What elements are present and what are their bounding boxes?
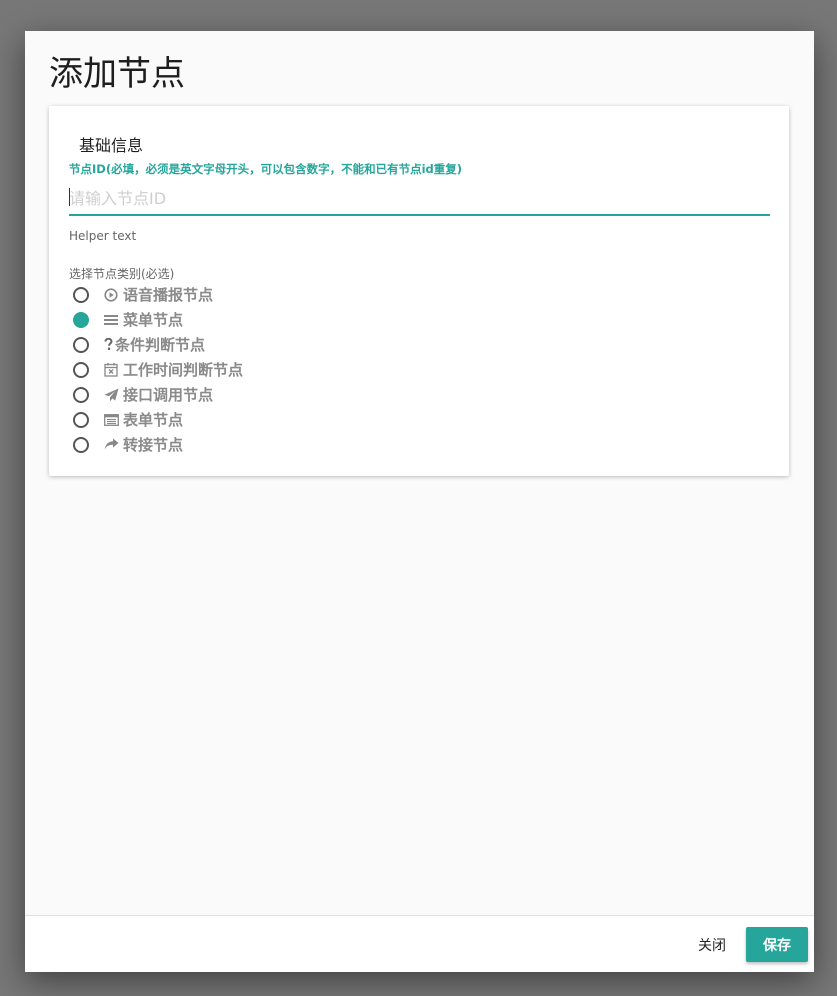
radio-option-work-time[interactable]: 工作时间判断节点 <box>73 357 473 382</box>
radio-option-api-call[interactable]: 接口调用节点 <box>73 382 473 407</box>
radio-option-transfer[interactable]: 转接节点 <box>73 432 473 457</box>
node-id-input[interactable] <box>69 182 770 216</box>
node-id-label: 节点ID(必填，必须是英文字母开头，可以包含数字，不能和已有节点id重复) <box>69 162 463 176</box>
radio-option-condition[interactable]: 条件判断节点 <box>73 332 473 357</box>
radio-button[interactable] <box>73 286 89 303</box>
question-icon <box>103 337 113 353</box>
basic-info-card: 基础信息 节点ID(必填，必须是英文字母开头，可以包含数字，不能和已有节点id重… <box>49 106 789 476</box>
radio-option-label: 工作时间判断节点 <box>123 361 244 379</box>
play-circle-icon <box>103 287 119 303</box>
radio-button[interactable] <box>73 386 89 403</box>
form-icon <box>103 412 119 428</box>
add-node-dialog: 添加节点 基础信息 节点ID(必填，必须是英文字母开头，可以包含数字，不能和已有… <box>25 31 814 972</box>
radio-option-label: 条件判断节点 <box>115 336 206 354</box>
section-title: 基础信息 <box>79 136 144 155</box>
radio-button[interactable] <box>73 336 89 353</box>
calendar-x-icon <box>103 362 119 378</box>
radio-option-label: 转接节点 <box>123 436 184 454</box>
menu-list-icon <box>103 312 119 328</box>
radio-option-form[interactable]: 表单节点 <box>73 407 473 432</box>
radio-button[interactable] <box>73 361 89 378</box>
radio-option-label: 语音播报节点 <box>123 286 214 304</box>
dialog-footer: 关闭 保存 <box>25 915 814 972</box>
save-button[interactable]: 保存 <box>746 927 808 962</box>
node-type-radio-group: 语音播报节点 菜单节点 条件判断节点 工作时间判断节点 接口调用节点 表单节点 … <box>73 282 473 457</box>
forward-arrow-icon <box>103 437 119 453</box>
dialog-title: 添加节点 <box>49 54 185 94</box>
radio-button[interactable] <box>73 411 89 428</box>
radio-option-label: 菜单节点 <box>123 311 184 329</box>
radio-option-label: 接口调用节点 <box>123 386 214 404</box>
node-id-helper-text: Helper text <box>69 229 137 243</box>
radio-option-label: 表单节点 <box>123 411 184 429</box>
close-button[interactable]: 关闭 <box>690 928 734 962</box>
text-cursor <box>69 188 70 206</box>
radio-button[interactable] <box>73 311 89 328</box>
radio-option-menu[interactable]: 菜单节点 <box>73 307 473 332</box>
paper-plane-icon <box>103 387 119 403</box>
radio-button[interactable] <box>73 436 89 453</box>
radio-option-voice-broadcast[interactable]: 语音播报节点 <box>73 282 473 307</box>
node-type-label: 选择节点类别(必选) <box>69 267 175 281</box>
